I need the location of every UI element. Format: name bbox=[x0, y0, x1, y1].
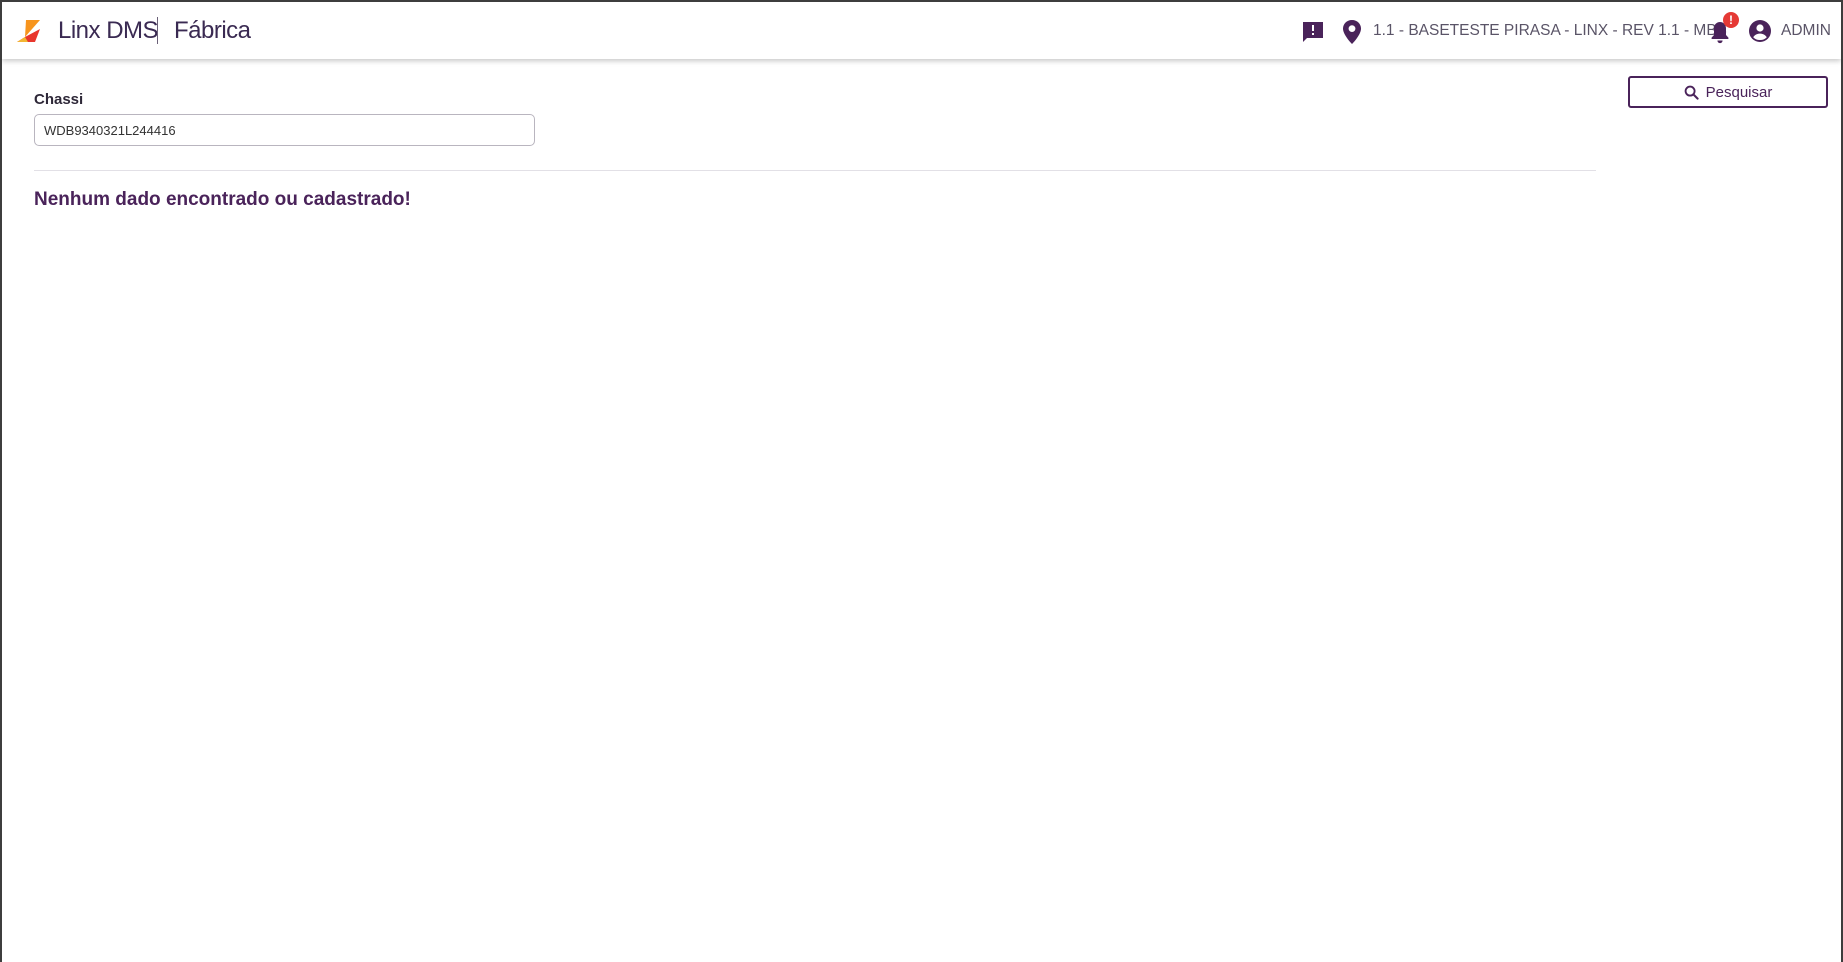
search-icon bbox=[1684, 85, 1699, 100]
top-bar: Linx DMS Fábrica 1.1 - BASETESTE PIRASA … bbox=[2, 2, 1841, 59]
module-name: Fábrica bbox=[174, 17, 251, 44]
section-divider bbox=[34, 170, 1596, 171]
search-button[interactable]: Pesquisar bbox=[1628, 76, 1828, 108]
user-menu[interactable]: ADMIN bbox=[1781, 21, 1831, 41]
location-pin-icon[interactable] bbox=[1341, 19, 1363, 45]
search-button-label: Pesquisar bbox=[1705, 83, 1773, 101]
account-circle-icon[interactable] bbox=[1748, 19, 1772, 43]
chassi-label: Chassi bbox=[34, 91, 84, 108]
chat-alert-icon[interactable] bbox=[1301, 20, 1325, 44]
notification-badge: ! bbox=[1723, 12, 1739, 28]
app-window: Linx DMS Fábrica 1.1 - BASETESTE PIRASA … bbox=[0, 0, 1843, 962]
chassi-input[interactable] bbox=[34, 114, 535, 146]
app-name: Linx DMS bbox=[58, 17, 159, 44]
empty-results-message: Nenhum dado encontrado ou cadastrado! bbox=[34, 189, 411, 210]
header-divider bbox=[157, 17, 158, 44]
branch-selector[interactable]: 1.1 - BASETESTE PIRASA - LINX - REV 1.1 … bbox=[1373, 21, 1727, 41]
linx-logo-icon[interactable] bbox=[16, 18, 44, 44]
